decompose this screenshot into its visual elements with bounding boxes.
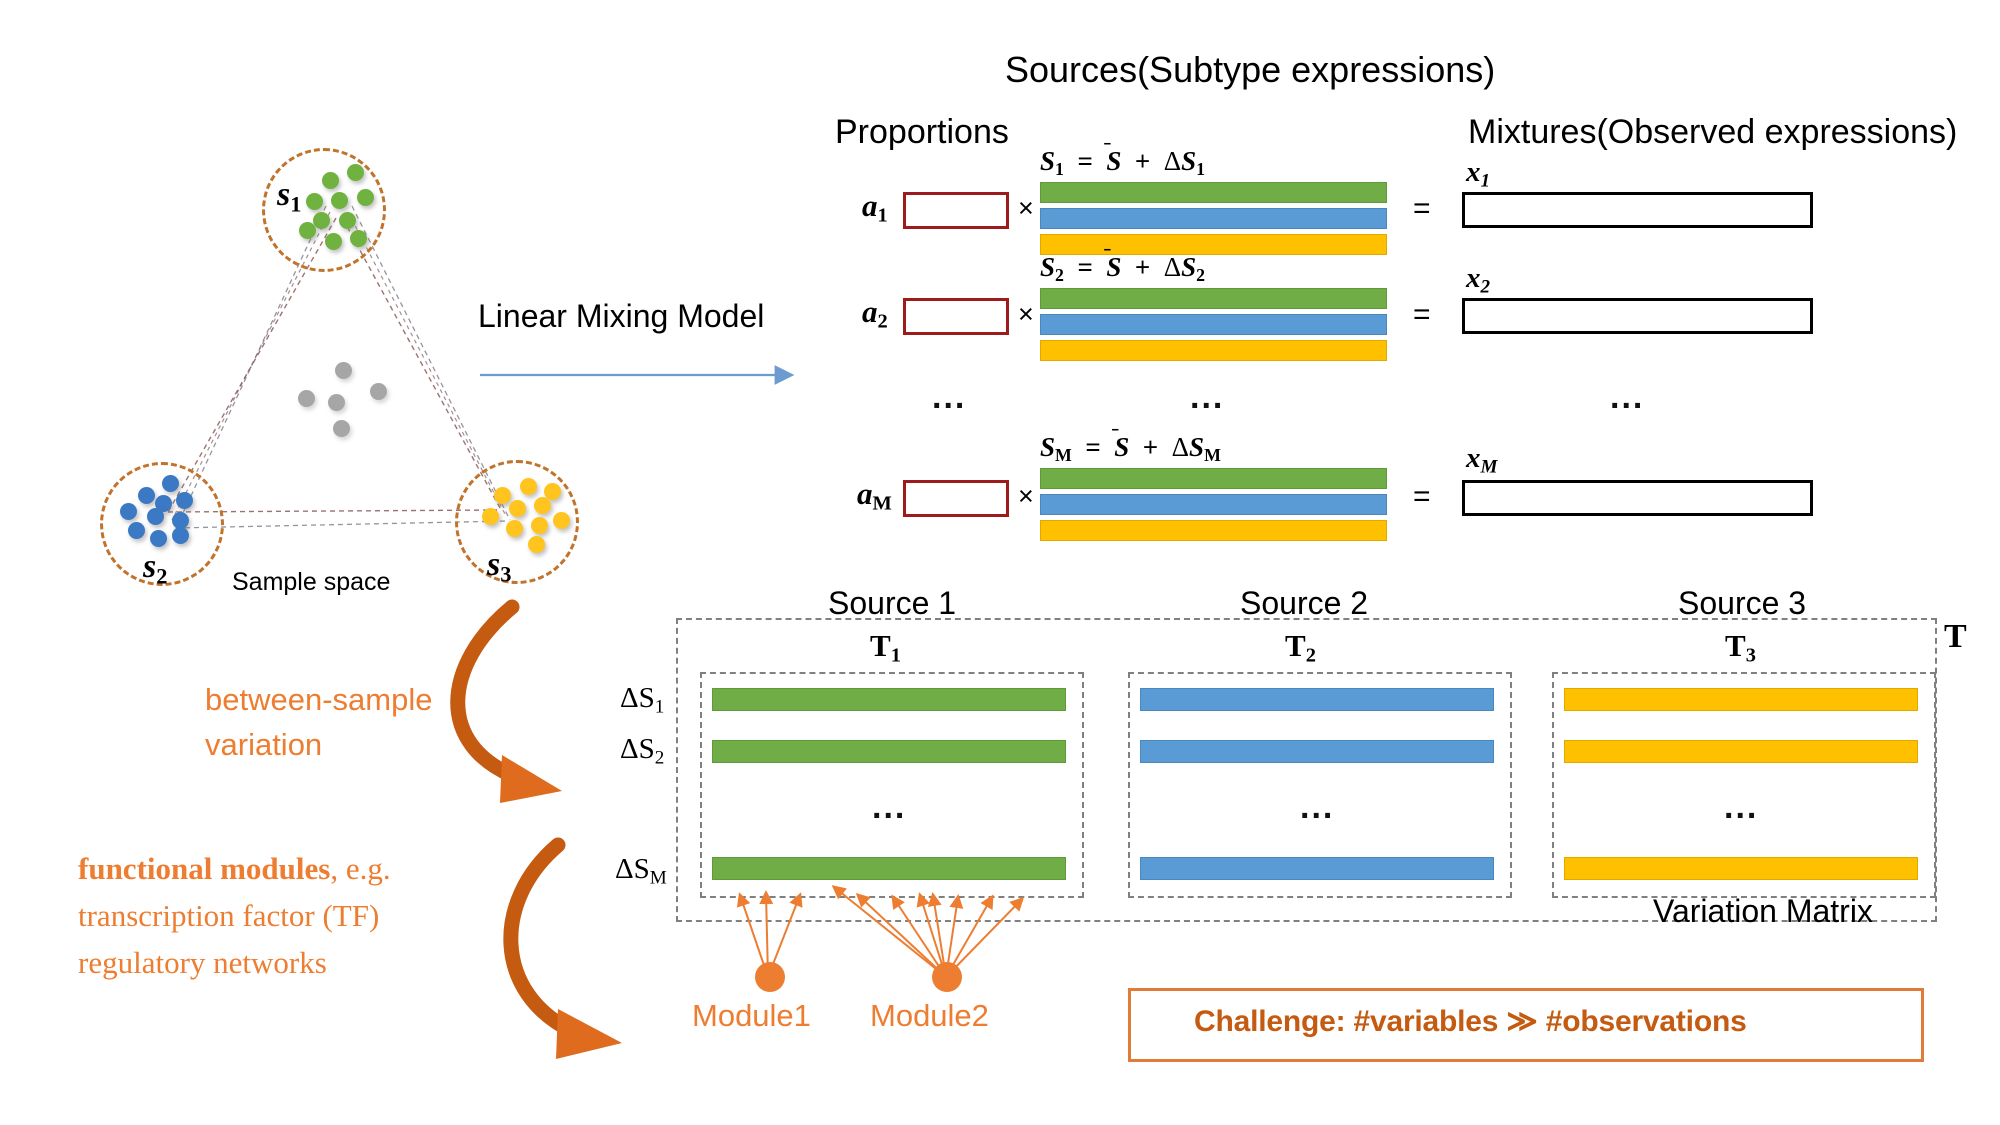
mixture-box-x1[interactable]: [1462, 192, 1813, 228]
source-bar-green-2: [1040, 288, 1387, 309]
source-bar-green-1: [1040, 182, 1387, 203]
mixture-box-x2[interactable]: [1462, 298, 1813, 334]
module-label-1: Module1: [692, 998, 811, 1033]
mixture-label-x1: x1: [1466, 156, 1491, 192]
source-title-3: Source 3: [1678, 585, 1807, 621]
functional-modules-line2: transcription factor (TF): [78, 898, 380, 933]
proportions-heading: Proportions: [835, 113, 1009, 151]
proportion-label-a1: a1: [862, 188, 888, 227]
proportion-box-a1[interactable]: [903, 192, 1009, 229]
proportion-box-a2[interactable]: [903, 298, 1009, 335]
variation-bar-s2-row2: [1140, 740, 1494, 763]
times-symbol-2: ×: [1018, 299, 1034, 329]
variation-bar-s3-row1: [1564, 688, 1918, 711]
cluster-label-s2: s2: [143, 548, 168, 589]
times-symbol-1: ×: [1018, 193, 1034, 223]
mixtures-heading: Mixtures(Observed expressions): [1468, 113, 1958, 151]
proportion-label-am: aM: [857, 476, 892, 515]
variation-matrix-symbol-T: T: [1944, 618, 1967, 655]
source-bar-blue-1: [1040, 208, 1387, 229]
row-label-ds2: ΔS2: [620, 733, 665, 769]
ellipsis-mixtures: ...: [1610, 378, 1645, 416]
equals-symbol-1: =: [1413, 192, 1431, 225]
proportion-box-am[interactable]: [903, 480, 1009, 517]
source-equation-1: S1 = ̄S + ΔS1: [1040, 146, 1206, 179]
source-symbol-T2: T2: [1285, 628, 1316, 667]
variation-matrix-label: Variation Matrix: [1653, 893, 1873, 929]
cluster-label-s1: s1: [277, 176, 302, 217]
times-symbol-m: ×: [1018, 481, 1034, 511]
between-sample-variation-line1: between-sample: [205, 682, 433, 717]
mixture-box-xm[interactable]: [1462, 480, 1813, 516]
source-bar-yellow-2: [1040, 340, 1387, 361]
source-bar-green-m: [1040, 468, 1387, 489]
source-equation-2: S2 = ̄S + ΔS2: [1040, 252, 1206, 285]
module-node-2[interactable]: [932, 962, 962, 992]
variation-bar-s1-row2: [712, 740, 1066, 763]
functional-modules-line3: regulatory networks: [78, 945, 327, 980]
source-equation-m: SM = ̄S + ΔSM: [1040, 432, 1221, 465]
mixture-label-xm: xM: [1466, 442, 1498, 478]
source-symbol-T3: T3: [1725, 628, 1756, 667]
between-sample-variation-line2: variation: [205, 727, 323, 762]
sample-space-label: Sample space: [232, 568, 391, 596]
source-symbol-T1: T1: [870, 628, 901, 667]
source-bar-yellow-m: [1040, 520, 1387, 541]
variation-bar-s2-rowm: [1140, 857, 1494, 880]
diagram-canvas: s1 s2 s3 Sample space Linear Mixing Mode…: [0, 0, 2000, 1125]
ellipsis-proportions: ...: [932, 378, 967, 416]
functional-modules-line1: functional modules, e.g.: [78, 851, 391, 886]
cluster-label-s3: s3: [487, 546, 512, 587]
equals-symbol-2: =: [1413, 298, 1431, 331]
equals-symbol-m: =: [1413, 480, 1431, 513]
row-label-dsm: ΔSM: [615, 853, 667, 889]
variation-bar-s3-row2: [1564, 740, 1918, 763]
variation-bar-s3-rowm: [1564, 857, 1918, 880]
mixture-label-x2: x2: [1466, 262, 1491, 298]
module-arrow-fan: [736, 885, 1025, 978]
module-node-1[interactable]: [755, 962, 785, 992]
source-bar-blue-m: [1040, 494, 1387, 515]
sources-heading: Sources(Subtype expressions): [1005, 49, 1496, 90]
ellipsis-sources: ...: [1190, 378, 1225, 416]
variation-bar-s1-row1: [712, 688, 1066, 711]
linear-mixing-model-label: Linear Mixing Model: [478, 298, 765, 334]
module-label-2: Module2: [870, 998, 989, 1033]
source-title-1: Source 1: [828, 585, 957, 621]
challenge-text: Challenge: #variables ≫ #observations: [1194, 1005, 1747, 1038]
source-title-2: Source 2: [1240, 585, 1369, 621]
linear-mixing-model-arrow: [480, 365, 795, 385]
variation-ellipsis-s1: ...: [872, 788, 907, 826]
source-bar-blue-2: [1040, 314, 1387, 335]
proportion-label-a2: a2: [862, 294, 888, 333]
variation-ellipsis-s2: ...: [1300, 788, 1335, 826]
variation-ellipsis-s3: ...: [1724, 788, 1759, 826]
row-label-ds1: ΔS1: [620, 682, 665, 718]
variation-bar-s2-row1: [1140, 688, 1494, 711]
